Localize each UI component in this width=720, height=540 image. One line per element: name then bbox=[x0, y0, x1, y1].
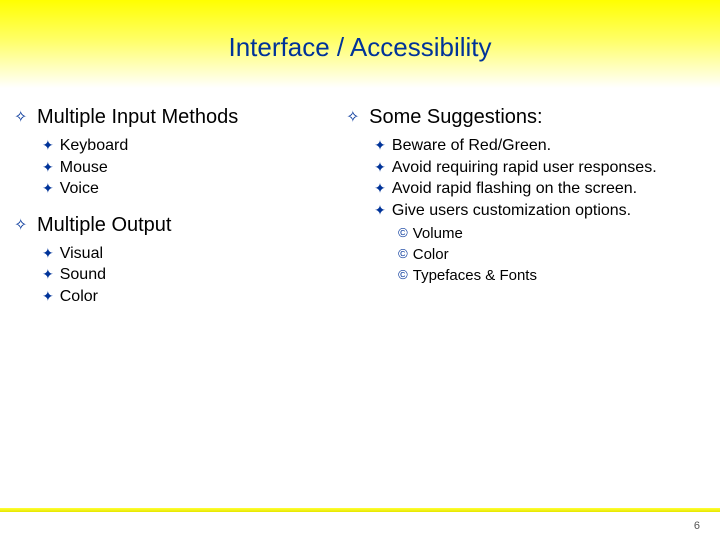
list-item: ✦ Mouse bbox=[42, 157, 346, 179]
star-bullet-icon: ✦ bbox=[42, 287, 54, 309]
star-bullet-icon: ✦ bbox=[374, 201, 386, 223]
star-bullet-icon: ✦ bbox=[42, 265, 54, 287]
list-item: ✦ Color bbox=[42, 286, 346, 308]
copyright-bullet-icon: © bbox=[398, 266, 408, 287]
page-number: 6 bbox=[694, 520, 700, 532]
list-item: ✦ Avoid rapid flashing on the screen. bbox=[374, 178, 706, 200]
heading-text: Multiple Output bbox=[37, 214, 172, 236]
item-text: Sound bbox=[60, 264, 106, 286]
list-item: ✦ Beware of Red/Green. bbox=[374, 135, 706, 157]
slide: Interface / Accessibility ✧ Multiple Inp… bbox=[0, 0, 720, 540]
star-bullet-icon: ✦ bbox=[374, 158, 386, 180]
diamond-bullet-icon: ✧ bbox=[14, 109, 27, 126]
item-text: Volume bbox=[413, 223, 463, 244]
item-text: Visual bbox=[60, 243, 103, 265]
star-bullet-icon: ✦ bbox=[42, 136, 54, 158]
right-column: ✧ Some Suggestions: ✦ Beware of Red/Green… bbox=[346, 104, 706, 322]
heading-input-methods: ✧ Multiple Input Methods bbox=[14, 106, 346, 129]
list-item: ✦ Voice bbox=[42, 178, 346, 200]
heading-text: Some Suggestions: bbox=[369, 106, 542, 128]
list-item: ✦ Visual bbox=[42, 243, 346, 265]
item-text: Give users customization options. bbox=[392, 200, 631, 222]
list-item: ©Typefaces & Fonts bbox=[398, 265, 706, 286]
list-item: ✦ Keyboard bbox=[42, 135, 346, 157]
star-bullet-icon: ✦ bbox=[374, 136, 386, 158]
left-column: ✧ Multiple Input Methods ✦ Keyboard ✦ Mous… bbox=[14, 104, 346, 322]
heading-multiple-output: ✧ Multiple Output bbox=[14, 214, 346, 237]
star-bullet-icon: ✦ bbox=[374, 179, 386, 201]
heading-text: Multiple Input Methods bbox=[37, 106, 238, 128]
heading-suggestions: ✧ Some Suggestions: bbox=[346, 106, 706, 129]
footer-divider bbox=[0, 508, 720, 512]
copyright-bullet-icon: © bbox=[398, 245, 408, 266]
input-methods-list: ✦ Keyboard ✦ Mouse ✦ Voice bbox=[42, 135, 346, 200]
output-list: ✦ Visual ✦ Sound ✦ Color bbox=[42, 243, 346, 308]
slide-title: Interface / Accessibility bbox=[229, 32, 492, 63]
item-text: Color bbox=[413, 244, 449, 265]
slide-body: ✧ Multiple Input Methods ✦ Keyboard ✦ Mous… bbox=[0, 88, 720, 322]
star-bullet-icon: ✦ bbox=[42, 179, 54, 201]
title-band: Interface / Accessibility bbox=[0, 0, 720, 88]
item-text: Voice bbox=[60, 178, 99, 200]
item-text: Keyboard bbox=[60, 135, 129, 157]
item-text: Beware of Red/Green. bbox=[392, 135, 551, 157]
list-item: ©Color bbox=[398, 244, 706, 265]
list-item: ✦ Sound bbox=[42, 264, 346, 286]
diamond-bullet-icon: ✧ bbox=[346, 109, 359, 126]
list-item: ✦ Avoid requiring rapid user responses. bbox=[374, 157, 706, 179]
star-bullet-icon: ✦ bbox=[42, 244, 54, 266]
item-text: Avoid rapid flashing on the screen. bbox=[392, 178, 637, 200]
list-item: ©Volume bbox=[398, 223, 706, 244]
item-text: Avoid requiring rapid user responses. bbox=[392, 157, 657, 179]
suggestions-list: ✦ Beware of Red/Green. ✦ Avoid requiring r… bbox=[374, 135, 706, 286]
customization-sublist: ©Volume ©Color ©Typefaces & Fonts bbox=[398, 223, 706, 286]
star-bullet-icon: ✦ bbox=[42, 158, 54, 180]
copyright-bullet-icon: © bbox=[398, 224, 408, 245]
list-item: ✦ Give users customization options. bbox=[374, 200, 706, 222]
item-text: Mouse bbox=[60, 157, 108, 179]
item-text: Typefaces & Fonts bbox=[413, 265, 537, 286]
diamond-bullet-icon: ✧ bbox=[14, 217, 27, 234]
item-text: Color bbox=[60, 286, 98, 308]
